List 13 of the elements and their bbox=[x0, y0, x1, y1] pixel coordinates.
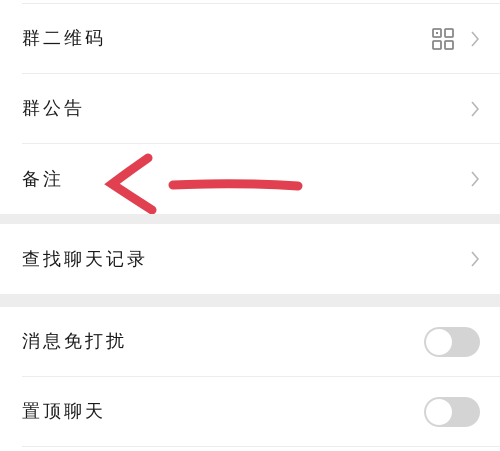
setting-label[interactable]: 置顶聊天 bbox=[22, 398, 424, 425]
setting-label[interactable]: 群二维码 bbox=[22, 25, 432, 52]
qr-code-icon bbox=[432, 28, 454, 50]
chevron-icon bbox=[470, 250, 480, 268]
setting-label[interactable]: 查找聊天记录 bbox=[22, 246, 470, 272]
chevron-icon bbox=[470, 100, 480, 118]
chevron-icon bbox=[470, 170, 480, 188]
chevron-icon bbox=[470, 30, 480, 48]
toggle-switch[interactable] bbox=[424, 396, 480, 426]
toggle-switch[interactable] bbox=[424, 326, 480, 356]
setting-label[interactable]: 群公告 bbox=[22, 95, 470, 122]
setting-label[interactable]: 消息免打扰 bbox=[22, 328, 424, 355]
setting-label[interactable]: 备注 bbox=[22, 166, 470, 192]
